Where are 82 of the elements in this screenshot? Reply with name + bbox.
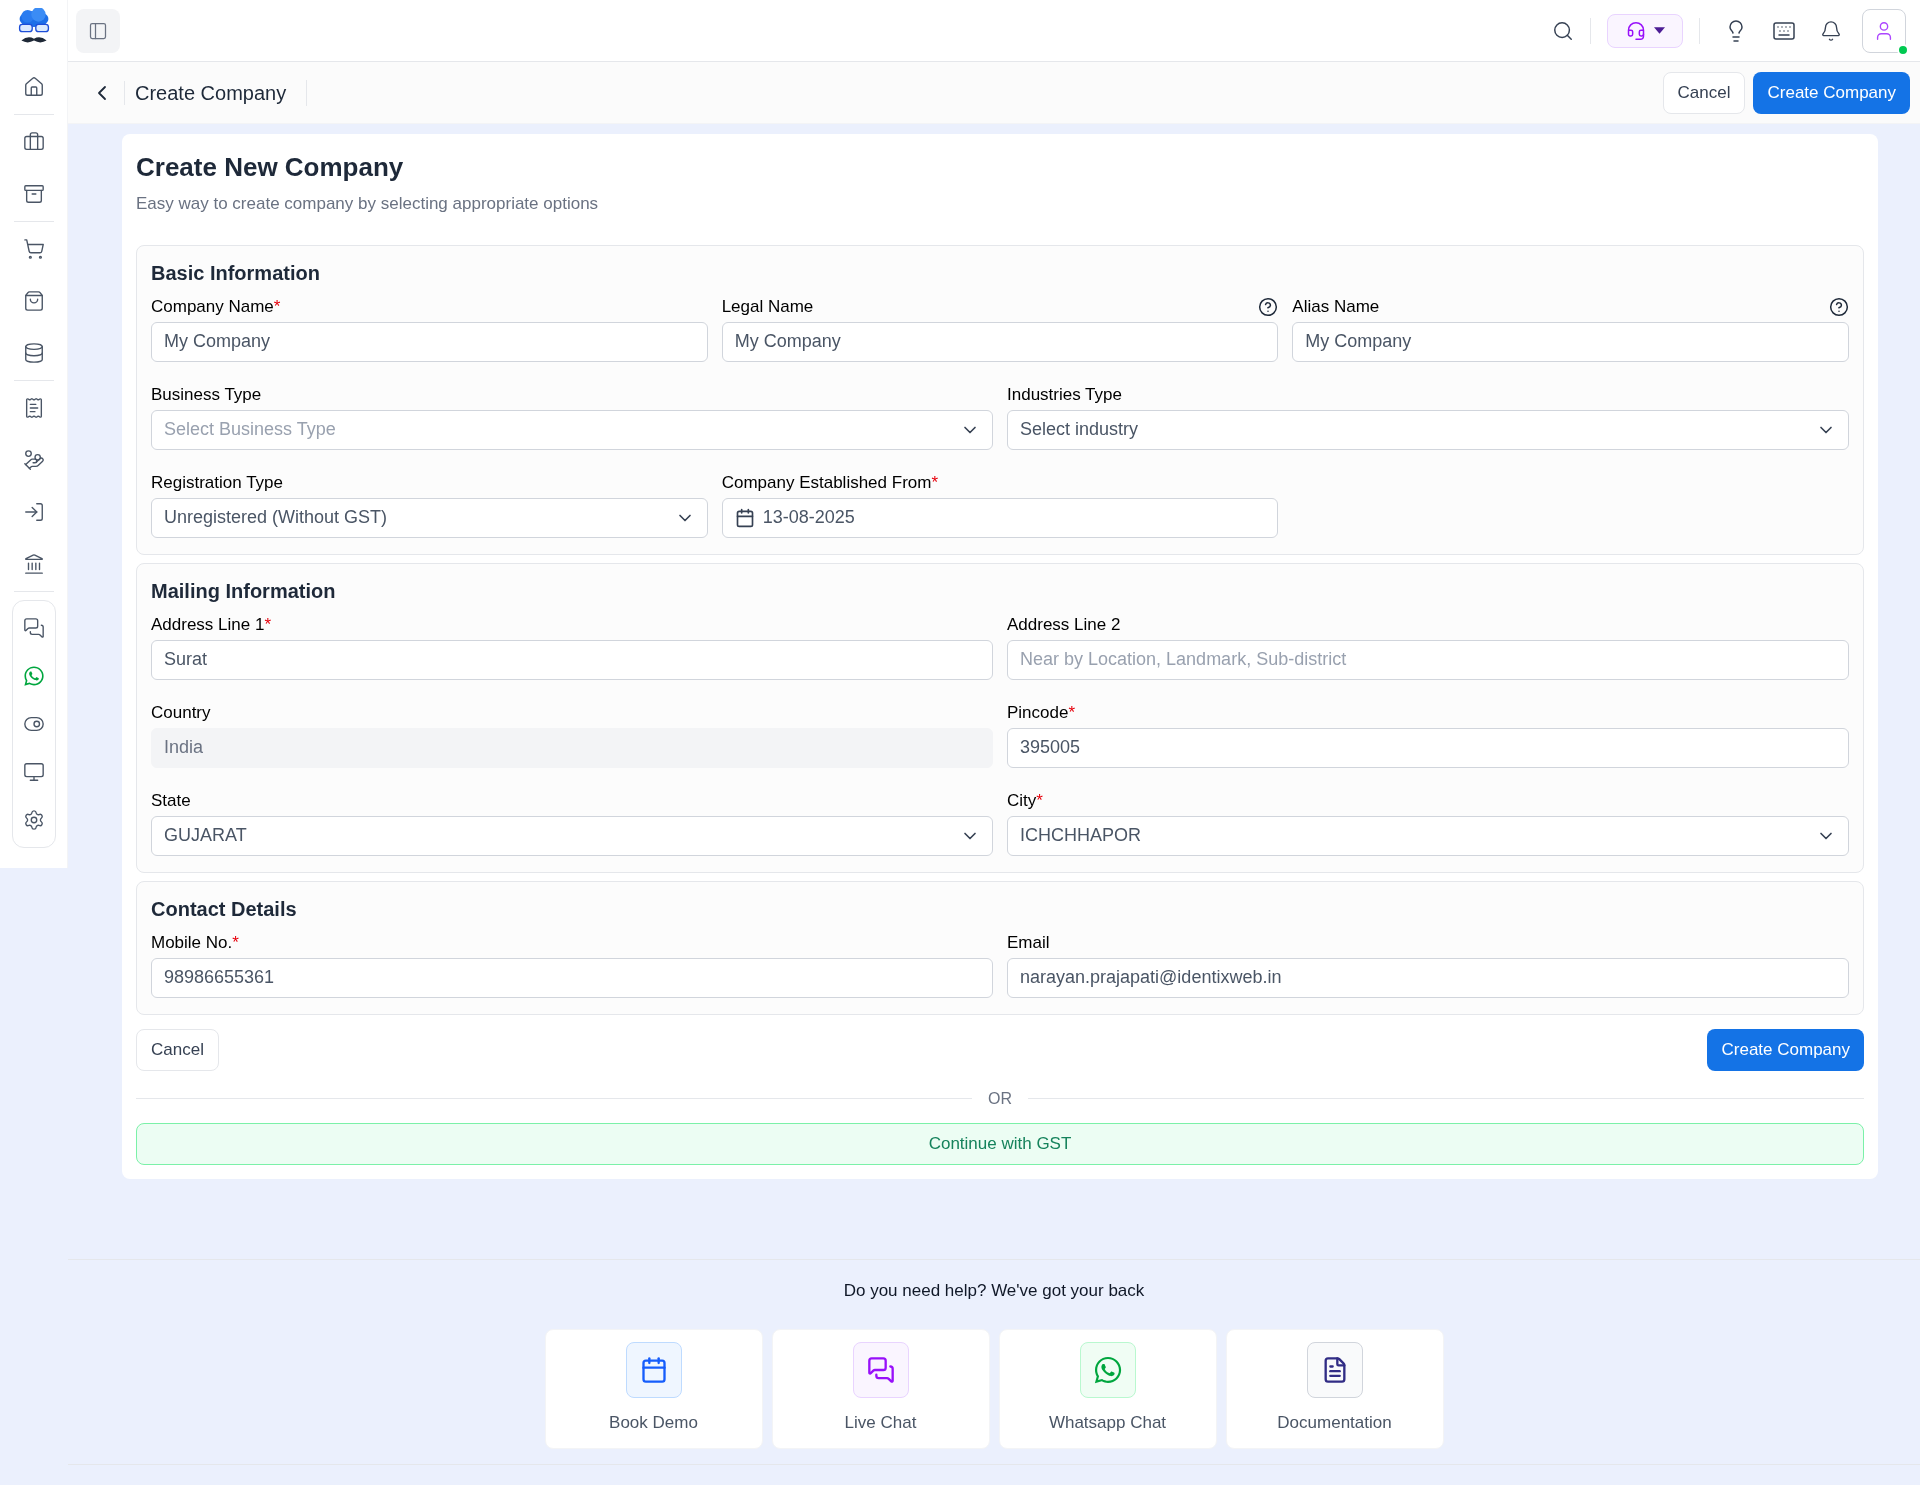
section-title: Contact Details: [151, 896, 298, 922]
input-field[interactable]: 395005: [1007, 727, 1849, 768]
help-option-card[interactable]: Live Chat: [771, 1329, 990, 1449]
required-mark: *: [273, 295, 281, 318]
settings-icon[interactable]: [22, 809, 45, 831]
date-field[interactable]: 13-08-2025: [721, 497, 1279, 538]
field-label: Company Name: [151, 295, 274, 318]
field-label: Mobile No.: [151, 931, 233, 954]
sidebar-toggle-icon: [88, 20, 108, 41]
input-field[interactable]: My Company: [1292, 321, 1849, 362]
field-label: Company Established From: [721, 471, 932, 494]
whatsapp-icon: [1092, 1355, 1123, 1386]
select-field[interactable]: Unregistered (Without GST): [151, 497, 708, 538]
input-field[interactable]: Near by Location, Landmark, Sub-district: [1007, 639, 1849, 680]
field-label: Alias Name: [1292, 295, 1380, 318]
create-company-button[interactable]: Create Company: [1707, 1028, 1864, 1071]
help-option-label: Live Chat: [844, 1412, 917, 1435]
field-label: City: [1007, 789, 1037, 812]
calendar-icon: [734, 507, 755, 528]
shopping-bag-icon[interactable]: [22, 290, 45, 312]
cancel-button[interactable]: Cancel: [136, 1028, 219, 1071]
hand-coins-icon[interactable]: [22, 449, 45, 471]
field-label: Address Line 2: [1007, 613, 1121, 636]
form-title: Create New Company: [136, 151, 405, 184]
cancel-button[interactable]: Cancel: [1662, 71, 1746, 114]
continue-with-gst-button[interactable]: Continue with GST: [136, 1122, 1864, 1165]
help-option-label: Documentation: [1277, 1412, 1392, 1435]
help-icon[interactable]: [1258, 296, 1279, 317]
required-mark: *: [264, 613, 272, 636]
bank-icon[interactable]: [22, 553, 45, 575]
help-option-label: Whatsapp Chat: [1048, 1412, 1167, 1435]
required-mark: *: [1036, 789, 1043, 812]
required-mark: *: [931, 471, 939, 494]
section-title: Basic Information: [151, 260, 321, 286]
help-option-label: Book Demo: [609, 1412, 698, 1435]
field-label: Industries Type: [1007, 383, 1122, 406]
field-label: Registration Type: [151, 471, 283, 494]
support-button[interactable]: [1607, 13, 1683, 48]
chat-icon: [866, 1356, 895, 1385]
chat-icon[interactable]: [22, 617, 45, 639]
cart-icon[interactable]: [22, 238, 45, 260]
help-option-card[interactable]: Whatsapp Chat: [998, 1329, 1217, 1449]
notification-icon[interactable]: [1820, 19, 1842, 42]
field-label: Country: [151, 701, 211, 724]
select-field[interactable]: Select industry: [1007, 409, 1849, 450]
select-field[interactable]: ICHCHHAPOR: [1007, 815, 1849, 856]
search-icon[interactable]: [1552, 19, 1574, 42]
page-title: Create Company: [135, 80, 287, 106]
field-label: Pincode: [1007, 701, 1069, 724]
form-subtitle: Easy way to create company by selecting appropriate options: [136, 193, 600, 215]
caret-icon: [1653, 27, 1665, 34]
or-divider-text: OR: [988, 1088, 1012, 1109]
field-label: Legal Name: [721, 295, 814, 318]
monitor-icon[interactable]: [22, 761, 45, 783]
home-icon[interactable]: [22, 76, 45, 98]
input-field[interactable]: narayan.prajapati@identixweb.in: [1007, 957, 1849, 998]
field-label: State: [151, 789, 191, 812]
headset-icon: [1625, 20, 1646, 41]
help-icon[interactable]: [1829, 296, 1849, 317]
field-label: Address Line 1: [151, 613, 265, 636]
help-option-card[interactable]: Documentation: [1225, 1329, 1444, 1449]
help-title: Do you need help? We've got your back: [843, 1279, 1145, 1302]
sign-in-icon[interactable]: [22, 501, 45, 523]
input-field[interactable]: Surat: [151, 639, 993, 680]
field-label: Email: [1007, 931, 1050, 954]
database-icon[interactable]: [22, 342, 45, 364]
field-label: Business Type: [151, 383, 262, 406]
briefcase-icon[interactable]: [22, 131, 45, 153]
user-avatar-button[interactable]: [1862, 8, 1906, 53]
whatsapp-icon[interactable]: [22, 665, 45, 687]
calendar-icon: [639, 1356, 668, 1385]
select-field[interactable]: GUJARAT: [151, 815, 993, 856]
input-field[interactable]: My Company: [151, 321, 708, 362]
required-mark: *: [232, 931, 239, 954]
section-title: Mailing Information: [151, 578, 337, 604]
help-option-card[interactable]: Book Demo: [544, 1329, 763, 1449]
archive-icon[interactable]: [22, 183, 45, 205]
create-company-button[interactable]: Create Company: [1753, 71, 1910, 114]
sidebar-toggle-button[interactable]: [76, 8, 120, 53]
input-field[interactable]: 98986655361: [151, 957, 993, 998]
required-mark: *: [1068, 701, 1076, 724]
input-field[interactable]: My Company: [721, 321, 1279, 362]
